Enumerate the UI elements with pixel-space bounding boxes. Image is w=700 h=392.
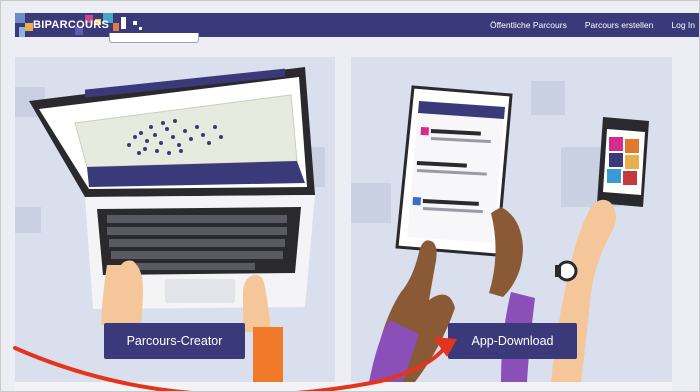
nav-public-parcours[interactable]: Öffentliche Parcours [490,20,567,30]
brand-name: BIPARCOURS [33,19,110,31]
creator-button[interactable]: Parcours-Creator [104,323,245,359]
search-box[interactable] [109,33,199,43]
tablet-illustration [395,85,513,257]
browser-viewport: BIPARCOURS Öffentliche Parcours Parcours… [0,0,700,392]
nav-links: Öffentliche Parcours Parcours erstellen … [490,20,699,30]
app-download-button[interactable]: App-Download [448,323,577,359]
footer-strip [15,382,672,391]
nav-login[interactable]: Log In [671,20,695,30]
smartphone-illustration [597,117,649,207]
nav-create-parcours[interactable]: Parcours erstellen [585,20,654,30]
